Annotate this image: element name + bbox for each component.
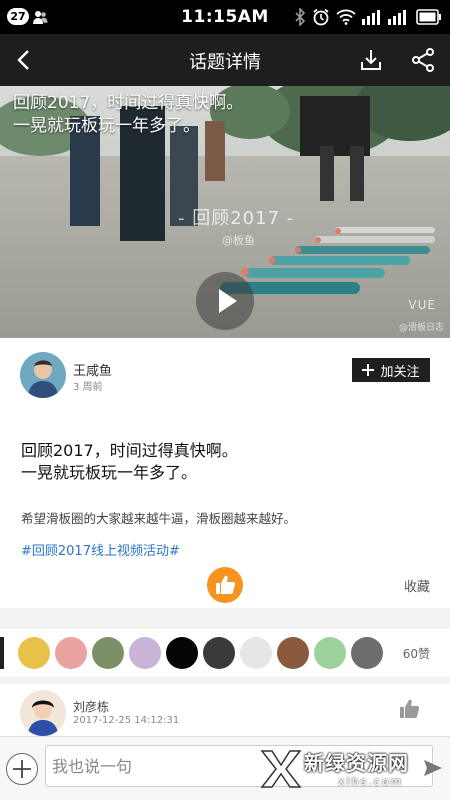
liker-avatar[interactable] [240,637,272,669]
thumbs-up-icon[interactable] [398,698,420,720]
alarm-icon [313,8,329,26]
like-button[interactable] [207,567,243,603]
collect-button[interactable]: 收藏 [404,576,430,595]
play-button[interactable] [196,272,254,330]
download-icon[interactable] [359,48,383,72]
comment-input-bar: 新绿资源网 xlhs.com [0,736,450,800]
battery-icon [416,9,441,25]
liker-avatar[interactable] [18,637,50,669]
liker-avatar[interactable] [166,637,198,669]
video-corner-sub: @滑板日志 [398,323,444,333]
likes-count[interactable]: 60赞 [403,645,430,662]
video-watermark: - 回顾2017 - [178,208,295,229]
plus-icon [362,364,375,376]
follow-label: 加关注 [380,364,420,380]
topic-tag-link[interactable]: #回顾2017线上视频活动# [21,540,180,559]
send-icon[interactable] [422,757,444,779]
liker-avatars[interactable] [18,637,383,669]
wifi-icon [336,9,356,25]
author-name[interactable]: 王咸鱼 [73,360,112,379]
avatar-image [20,690,66,736]
bluetooth-icon [295,8,306,26]
thumbs-up-icon [216,575,236,594]
video-corner-mark: VUE [408,298,436,312]
likes-indicator [0,637,4,669]
avatar-image [20,352,66,398]
comment-item: 刘彦栋 2017-12-25 14:12:31 [0,684,450,736]
video-player[interactable]: 回顾2017，时间过得真快啊。 一晃就玩板玩一年多了。 - 回顾2017 - @… [0,86,450,338]
follow-button[interactable]: 加关注 [352,358,430,382]
liker-avatar[interactable] [314,637,346,669]
author-avatar[interactable] [20,352,66,398]
liker-avatar[interactable] [351,637,383,669]
liker-avatar[interactable] [129,637,161,669]
comment-time: 2017-12-25 14:12:31 [73,715,180,726]
title-bar: 话题详情 [0,34,450,86]
post-body: 希望滑板圈的大家越来越牛逼，滑板圈越来越好。 [21,511,297,526]
post-title: 回顾2017，时间过得真快啊。 一晃就玩板玩一年多了。 [21,441,238,482]
signal-icon [362,10,406,25]
liker-avatar[interactable] [92,637,124,669]
add-button[interactable] [6,753,38,785]
liker-avatar[interactable] [55,637,87,669]
comment-input[interactable] [45,745,433,787]
commenter-avatar[interactable] [20,690,66,736]
commenter-name[interactable]: 刘彦栋 [73,698,109,715]
plus-icon [13,760,31,778]
likes-row: 60赞 [0,629,450,677]
post-time: 3 周前 [73,382,103,393]
liker-avatar[interactable] [277,637,309,669]
video-watermark-sub: @板鱼 [222,234,255,247]
status-bar: 27 11:15AM [0,0,450,34]
status-icons [294,8,442,26]
play-icon [219,289,237,313]
liker-avatar[interactable] [203,637,235,669]
share-icon[interactable] [410,47,436,73]
post-card: 王咸鱼 3 周前 加关注 回顾2017，时间过得真快啊。 一晃就玩板玩一年多了。… [0,338,450,608]
video-caption: 回顾2017，时间过得真快啊。 一晃就玩板玩一年多了。 [13,93,244,136]
